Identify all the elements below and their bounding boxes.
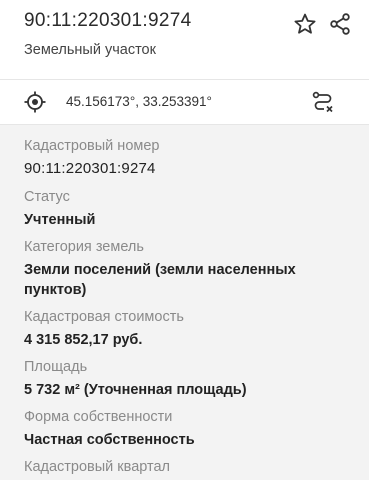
cadastral-number-title[interactable]: 90:11:220301:9274 [24,10,191,32]
object-type-label: Земельный участок [24,42,156,58]
field-value: 5 732 м² (Уточненная площадь) [24,382,247,398]
field-cadastral-quarter: Кадастровый квартал [24,458,354,476]
field-label: Кадастровая стоимость [24,309,184,325]
field-land-category: Категория земель Земли поселений (земли … [24,238,354,300]
field-label: Статус [24,189,70,205]
coordinates-bar: 45.156173°, 33.253391° [0,80,369,124]
field-label: Категория земель [24,239,144,255]
favorite-button[interactable] [290,9,320,39]
route-icon [312,91,333,113]
star-icon [294,13,316,34]
field-value: Частная собственность [24,432,195,448]
field-value: 4 315 852,17 руб. [24,332,143,348]
field-label: Форма собственности [24,409,173,425]
field-label: Кадастровый номер [24,138,160,154]
target-icon [24,91,46,113]
land-plot-card: 90:11:220301:9274 Земельный участок 45.1… [0,0,369,480]
field-area: Площадь 5 732 м² (Уточненная площадь) [24,358,354,400]
details-panel: Кадастровый номер 90:11:220301:9274 Стат… [0,125,369,480]
field-value: Земли поселений (земли населенных пункто… [24,262,296,298]
field-value: Учтенный [24,212,96,228]
field-label: Кадастровый квартал [24,459,171,475]
field-value[interactable]: 90:11:220301:9274 [24,159,354,179]
field-status: Статус Учтенный [24,188,354,230]
route-button[interactable] [308,87,338,117]
share-icon [330,13,350,35]
field-cadastral-value: Кадастровая стоимость 4 315 852,17 руб. [24,308,354,350]
share-button[interactable] [325,9,355,39]
card-header: 90:11:220301:9274 Земельный участок [0,0,369,78]
coordinates-text[interactable]: 45.156173°, 33.253391° [66,94,212,109]
field-ownership: Форма собственности Частная собственност… [24,408,354,450]
locate-button[interactable] [20,87,50,117]
field-cadastral-number: Кадастровый номер 90:11:220301:9274 [24,137,354,179]
field-label: Площадь [24,359,88,375]
